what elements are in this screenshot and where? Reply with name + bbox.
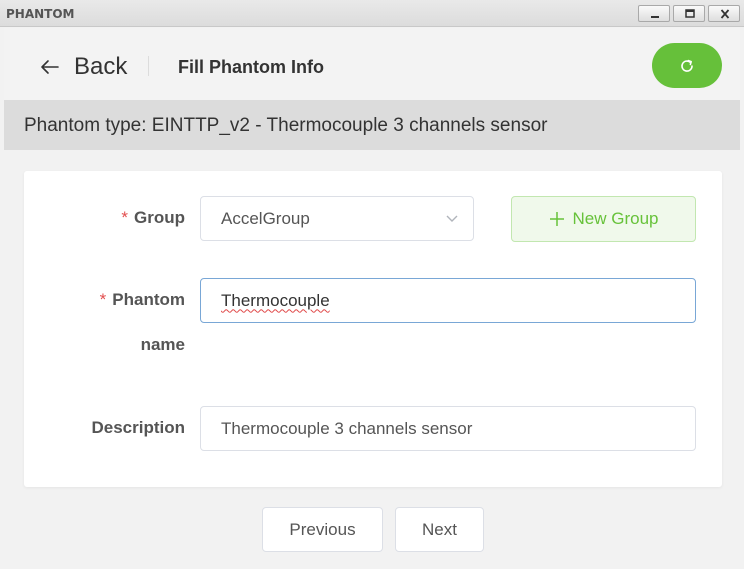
description-value: Thermocouple 3 channels sensor [221, 418, 473, 438]
maximize-icon [685, 9, 695, 18]
group-select-value: AccelGroup [221, 208, 310, 228]
phantom-type-text: Phantom type: EINTTP_v2 - Thermocouple 3… [24, 115, 548, 136]
new-group-button[interactable]: New Group [511, 196, 696, 242]
back-label: Back [74, 53, 128, 80]
close-icon [720, 9, 730, 19]
minimize-button[interactable] [638, 5, 670, 22]
next-button[interactable]: Next [395, 507, 484, 552]
header-divider [148, 56, 149, 76]
phantom-name-label: * Phantom name [99, 290, 185, 354]
minimize-icon [651, 16, 659, 18]
required-mark: * [99, 290, 107, 309]
phantom-name-value: Thermocouple [221, 290, 330, 310]
previous-button[interactable]: Previous [262, 507, 383, 552]
back-button[interactable]: Back [40, 52, 127, 82]
maximize-button[interactable] [673, 5, 705, 22]
close-button[interactable] [708, 5, 740, 22]
page-title: Fill Phantom Info [178, 57, 324, 77]
phantom-name-input[interactable]: Thermocouple [200, 278, 696, 323]
window-title: PHANTOM [6, 7, 75, 21]
window-titlebar: PHANTOM [0, 0, 744, 27]
group-label: * Group [121, 208, 185, 227]
refresh-icon [681, 59, 693, 72]
description-input[interactable]: Thermocouple 3 channels sensor [200, 406, 696, 451]
phantom-type-banner: Phantom type: EINTTP_v2 - Thermocouple 3… [4, 100, 740, 150]
new-group-label: New Group [572, 209, 659, 228]
required-mark: * [121, 208, 128, 227]
description-label: Description [91, 418, 185, 437]
plus-icon [549, 212, 564, 226]
refresh-button[interactable] [652, 43, 722, 88]
page-header: Back Fill Phantom Info [4, 28, 740, 100]
chevron-down-icon [446, 215, 458, 222]
phantom-form-card: * Group AccelGroup New Group * Phantom nam… [24, 171, 722, 487]
group-select[interactable]: AccelGroup [200, 196, 474, 241]
arrow-left-icon [41, 60, 59, 74]
